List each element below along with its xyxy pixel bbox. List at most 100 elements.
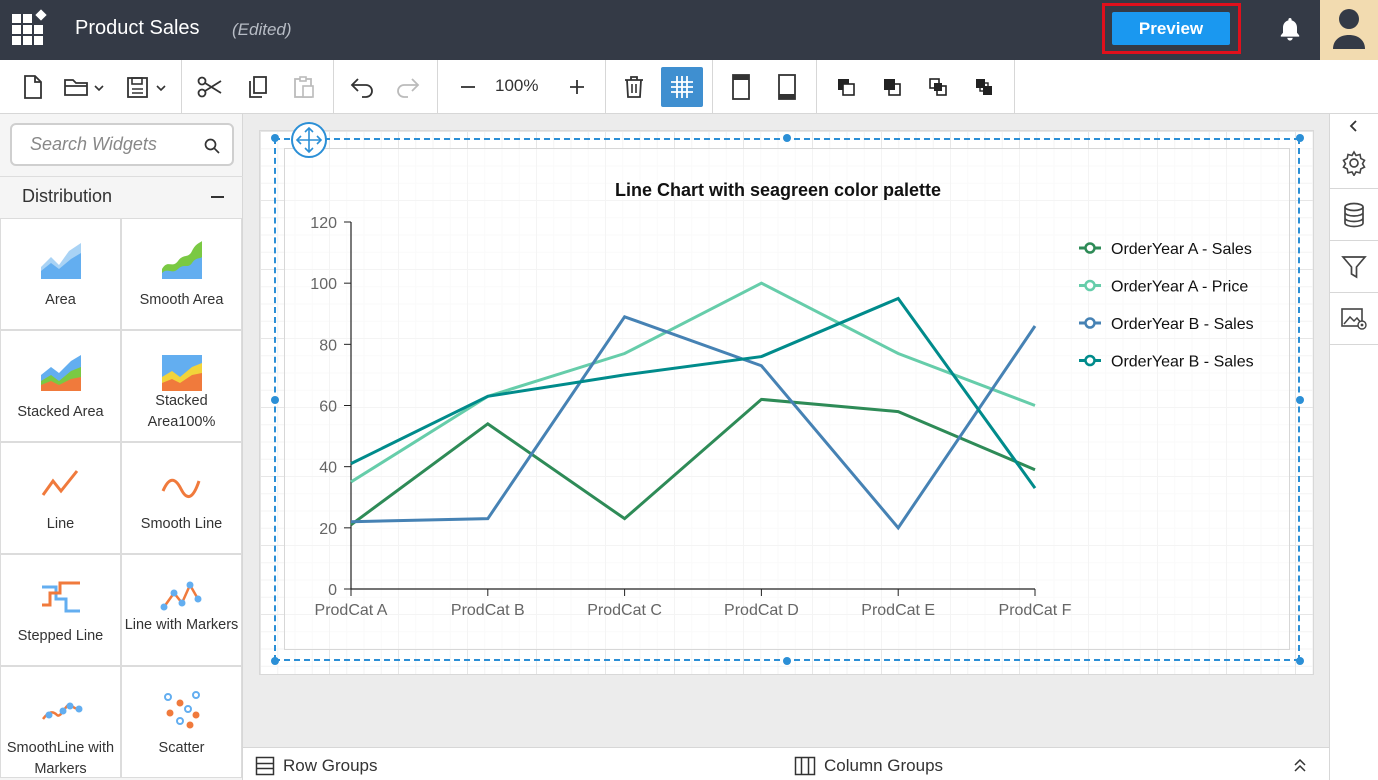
widget-stacked-area-100[interactable]: Stacked Area100% bbox=[121, 330, 242, 442]
app-menu-icon[interactable] bbox=[10, 9, 50, 50]
widget-stepped-line[interactable]: Stepped Line bbox=[0, 554, 121, 666]
resize-handle[interactable] bbox=[1296, 657, 1304, 665]
widget-smooth-area[interactable]: Smooth Area bbox=[121, 218, 242, 330]
smooth-area-icon bbox=[162, 241, 202, 279]
delete-icon[interactable] bbox=[619, 69, 649, 105]
search-input[interactable]: Search Widgets bbox=[10, 123, 234, 166]
x-tick-label: ProdCat F bbox=[999, 602, 1072, 619]
toolbar-separator bbox=[181, 60, 182, 114]
resize-handle[interactable] bbox=[783, 657, 791, 665]
legend-marker bbox=[1084, 317, 1096, 329]
footer-layout-icon[interactable] bbox=[772, 69, 802, 105]
zoom-level: 100% bbox=[495, 76, 539, 95]
resize-handle[interactable] bbox=[271, 657, 279, 665]
widget-line-with-markers[interactable]: Line with Markers bbox=[121, 554, 242, 666]
row-groups-label: Row Groups bbox=[283, 756, 378, 775]
resize-handle[interactable] bbox=[1296, 134, 1304, 142]
expand-up-icon[interactable] bbox=[1292, 757, 1308, 773]
y-tick-label: 20 bbox=[319, 521, 337, 538]
x-tick-label: ProdCat A bbox=[315, 602, 388, 619]
bell-icon[interactable] bbox=[1277, 16, 1303, 42]
x-tick-label: ProdCat B bbox=[451, 602, 525, 619]
x-tick-label: ProdCat D bbox=[724, 602, 799, 619]
widget-label: Scatter bbox=[158, 740, 205, 756]
row-groups[interactable]: Row Groups bbox=[255, 756, 377, 776]
legend-marker bbox=[1084, 279, 1096, 292]
line-chart-icon bbox=[41, 470, 79, 496]
top-bar: Product Sales (Edited) Preview bbox=[0, 0, 1378, 60]
preview-button[interactable]: Preview bbox=[1112, 12, 1230, 45]
legend-label: OrderYear B - Sales bbox=[1111, 354, 1254, 371]
new-file-icon[interactable] bbox=[18, 69, 48, 105]
preview-highlight: Preview bbox=[1102, 3, 1241, 54]
paste-icon bbox=[289, 69, 319, 105]
x-tick-label: ProdCat E bbox=[861, 602, 935, 619]
category-header[interactable]: Distribution bbox=[0, 176, 243, 218]
zoom-in-icon[interactable] bbox=[562, 69, 592, 105]
search-placeholder: Search Widgets bbox=[30, 134, 157, 154]
page-title: Product Sales bbox=[75, 17, 200, 39]
scatter-icon bbox=[164, 691, 200, 729]
redo-icon bbox=[393, 69, 423, 105]
toolbar-separator bbox=[333, 60, 334, 114]
widget-label: Stacked Area100% bbox=[147, 393, 216, 430]
column-groups[interactable]: Column Groups bbox=[794, 756, 943, 776]
x-tick-label: ProdCat C bbox=[587, 602, 662, 619]
widget-scatter[interactable]: Scatter bbox=[121, 666, 242, 778]
toolbar-separator bbox=[816, 60, 817, 114]
widget-smoothline-markers[interactable]: SmoothLine with Markers bbox=[0, 666, 121, 778]
stacked-area-icon bbox=[41, 355, 81, 391]
open-folder-icon[interactable] bbox=[62, 69, 108, 105]
filter-icon[interactable] bbox=[1330, 242, 1378, 293]
send-backward-icon[interactable] bbox=[878, 69, 906, 105]
cut-icon[interactable] bbox=[195, 69, 225, 105]
legend-label: OrderYear B - Sales bbox=[1111, 316, 1254, 333]
send-to-back-icon[interactable] bbox=[970, 69, 998, 105]
line-markers-icon bbox=[160, 581, 202, 611]
widget-line[interactable]: Line bbox=[0, 442, 121, 554]
bring-forward-icon[interactable] bbox=[832, 69, 860, 105]
legend-label: OrderYear A - Sales bbox=[1111, 241, 1252, 258]
category-title: Distribution bbox=[22, 186, 113, 206]
y-tick-label: 80 bbox=[319, 337, 337, 354]
widget-label: SmoothLine with Markers bbox=[6, 740, 115, 777]
image-settings-icon[interactable] bbox=[1330, 294, 1378, 345]
widget-panel: Search Widgets Distribution Area Smooth … bbox=[0, 114, 243, 780]
zoom-out-icon[interactable] bbox=[453, 69, 483, 105]
widget-stacked-area[interactable]: Stacked Area bbox=[0, 330, 121, 442]
widget-smooth-line[interactable]: Smooth Line bbox=[121, 442, 242, 554]
collapse-panel-icon[interactable] bbox=[1330, 114, 1378, 138]
stacked-area-100-icon bbox=[162, 355, 202, 391]
grid-toggle-icon[interactable] bbox=[661, 67, 703, 107]
data-source-icon[interactable] bbox=[1330, 190, 1378, 241]
area-chart-icon bbox=[41, 243, 81, 279]
widget-area[interactable]: Area bbox=[0, 218, 121, 330]
smooth-line-markers-icon bbox=[42, 702, 83, 720]
y-tick-label: 60 bbox=[319, 399, 337, 416]
toolbar: 100% bbox=[0, 60, 1378, 114]
header-layout-icon[interactable] bbox=[726, 69, 756, 105]
resize-handle[interactable] bbox=[1296, 396, 1304, 404]
series-line bbox=[350, 315, 1037, 531]
y-tick-label: 100 bbox=[310, 276, 337, 293]
settings-gear-icon[interactable] bbox=[1330, 138, 1378, 189]
copy-icon[interactable] bbox=[243, 69, 273, 105]
undo-icon[interactable] bbox=[347, 69, 377, 105]
widget-label: Stacked Area bbox=[17, 404, 104, 420]
save-icon[interactable] bbox=[124, 69, 170, 105]
legend-label: OrderYear A - Price bbox=[1111, 279, 1248, 296]
widget-label: Smooth Area bbox=[139, 292, 224, 308]
rows-icon bbox=[255, 756, 275, 776]
toolbar-separator bbox=[712, 60, 713, 114]
bring-to-front-icon[interactable] bbox=[924, 69, 952, 105]
y-tick-label: 0 bbox=[328, 582, 337, 599]
widget-label: Smooth Line bbox=[140, 516, 223, 532]
legend-marker bbox=[1084, 242, 1096, 254]
collapse-icon[interactable] bbox=[211, 196, 224, 198]
columns-icon bbox=[794, 756, 816, 776]
smooth-line-icon bbox=[161, 478, 201, 498]
widget-label: Line bbox=[46, 516, 75, 532]
search-icon[interactable] bbox=[204, 138, 220, 154]
y-tick-label: 40 bbox=[319, 460, 337, 477]
avatar[interactable] bbox=[1320, 0, 1378, 60]
